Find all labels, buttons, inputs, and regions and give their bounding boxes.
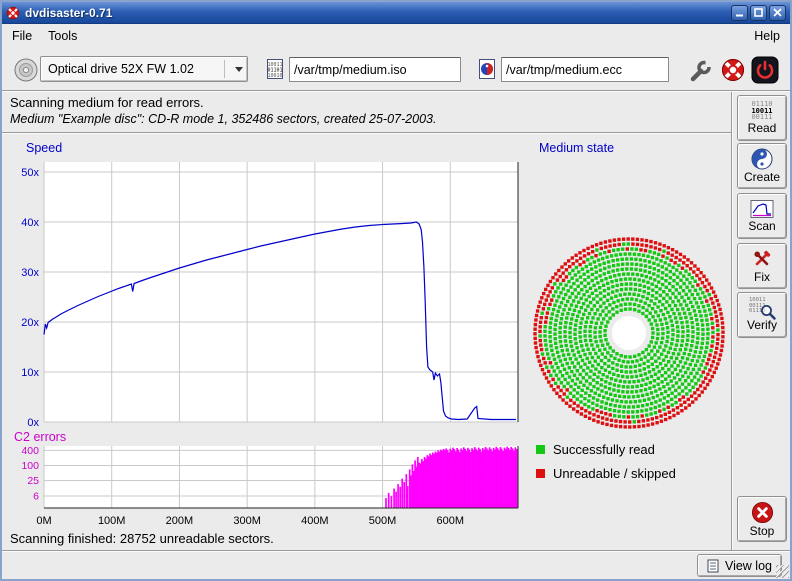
lifebuoy-icon [720,57,746,83]
medium-info-line: Medium "Example disc": CD-R mode 1, 3524… [10,112,436,126]
minimize-icon [735,8,744,17]
drive-icon [13,57,39,83]
titlebar[interactable]: dvdisaster-0.71 [2,2,790,24]
svg-text:25: 25 [27,475,39,487]
legend-unreadable: Unreadable / skipped [536,466,676,481]
status-line: Scanning medium for read errors. [10,95,204,110]
menu-file[interactable]: File [4,27,40,45]
minimize-button[interactable] [731,5,748,21]
iso-path-input[interactable] [289,57,461,82]
speed-chart: 0x 10x 20x 30x 40x 50x [8,154,522,432]
dvdisaster-icon [6,6,20,20]
unreadable-swatch-icon [536,469,545,478]
svg-text:500M: 500M [369,515,397,527]
verify-icon: 10011 00111 01110 [749,298,775,318]
ecc-path-input[interactable] [501,57,669,82]
scan-button[interactable]: Scan [737,193,787,239]
preferences-button[interactable] [686,56,714,84]
help-button[interactable] [719,56,747,84]
svg-text:400M: 400M [301,515,329,527]
yinyang-icon [751,148,773,170]
toolbar: Optical drive 52X FW 1.02 10011 01101 10… [2,47,790,91]
chart-icon [750,199,774,219]
tools-icon [750,248,774,270]
svg-text:0x: 0x [27,417,39,429]
status-separator [2,132,731,134]
binary-icon: 01110 10011 00111 [751,101,772,121]
maximize-icon [754,8,763,17]
verify-button[interactable]: 10011 00111 01110 Verify [737,292,787,338]
svg-text:40x: 40x [21,217,39,229]
svg-text:200M: 200M [166,515,194,527]
legend-success-label: Successfully read [553,442,655,457]
fix-button[interactable]: Fix [737,243,787,289]
view-log-button[interactable]: View log [697,554,782,577]
medium-state-title: Medium state [539,141,614,155]
log-icon [707,559,719,573]
svg-text:30x: 30x [21,267,39,279]
drive-button[interactable] [12,56,40,84]
statusbar-separator [2,550,790,552]
svg-text:0M: 0M [36,515,51,527]
svg-text:100M: 100M [98,515,126,527]
svg-text:400: 400 [21,445,39,457]
svg-text:10010: 10010 [267,73,282,79]
resize-grip[interactable] [776,565,789,578]
stop-button[interactable]: Stop [737,496,787,542]
legend-unreadable-label: Unreadable / skipped [553,466,676,481]
create-button[interactable]: Create [737,143,787,189]
read-button[interactable]: 01110 10011 00111 Read [737,95,787,141]
menubar: File Tools Help [2,25,790,47]
power-icon [751,56,779,84]
wrench-icon [688,58,713,83]
magnifier-icon [760,304,776,320]
svg-text:6: 6 [33,491,39,503]
drive-select[interactable]: Optical drive 52X FW 1.02 [40,56,248,82]
close-button[interactable] [769,5,786,21]
legend-success: Successfully read [536,442,676,457]
window-title: dvdisaster-0.71 [25,6,112,20]
menu-help[interactable]: Help [746,27,788,45]
medium-state-legend: Successfully read Unreadable / skipped [536,442,676,490]
toolbar-separator [2,90,790,92]
dropdown-arrow-icon [224,60,243,78]
svg-text:20x: 20x [21,317,39,329]
close-icon [773,8,782,17]
svg-text:50x: 50x [21,167,39,179]
maximize-button[interactable] [750,5,767,21]
stop-icon [751,501,774,524]
quit-button[interactable] [750,55,780,85]
speed-chart-title: Speed [26,141,62,155]
menu-tools[interactable]: Tools [40,27,85,45]
action-sidebar: 01110 10011 00111 Read Create Scan [733,92,792,550]
view-log-label: View log [725,559,772,573]
ecc-file-icon [477,58,497,80]
success-swatch-icon [536,445,545,454]
app-window: dvdisaster-0.71 File Tools Help [0,0,792,581]
svg-text:100: 100 [21,460,39,472]
iso-file-icon: 10011 01101 10010 [265,58,285,80]
medium-state-disc [527,231,731,435]
svg-text:10x: 10x [21,367,39,379]
svg-text:600M: 600M [437,515,465,527]
drive-select-value: Optical drive 52X FW 1.02 [48,62,194,76]
c2-errors-chart: 6 25 100 400 0M 100M 200M 300M 400M 500M 600M [8,434,522,530]
scan-result-line: Scanning finished: 28752 unreadable sect… [10,531,274,546]
svg-text:300M: 300M [233,515,261,527]
